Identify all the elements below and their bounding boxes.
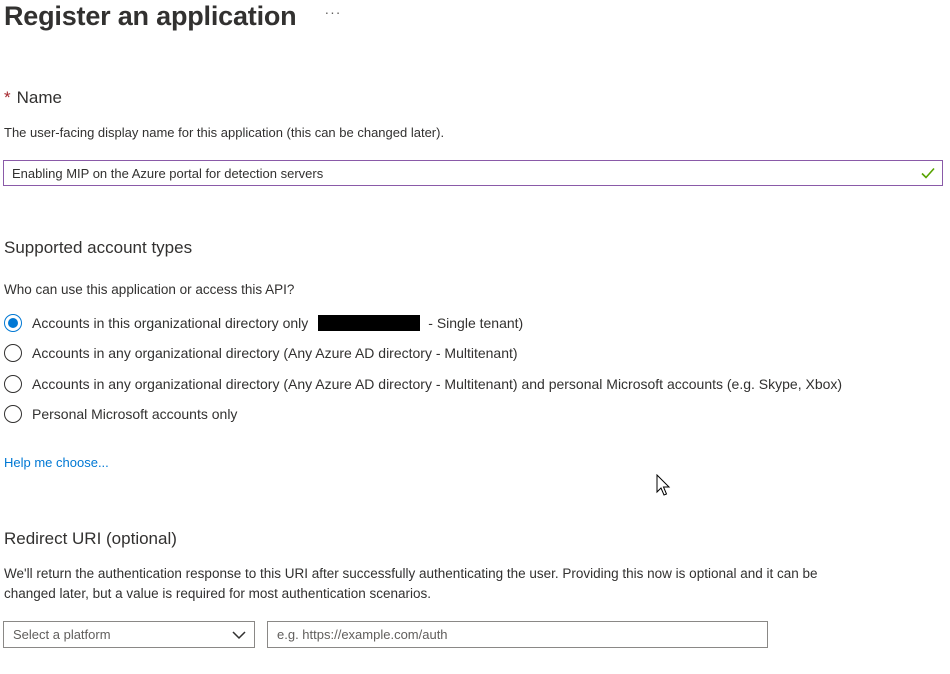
option-label: Accounts in this organizational director… bbox=[32, 315, 309, 331]
name-heading: * Name bbox=[4, 88, 62, 108]
register-app-page: Register an application ··· * Name The us… bbox=[0, 0, 950, 674]
account-types-heading: Supported account types bbox=[4, 238, 193, 257]
name-description: The user-facing display name for this ap… bbox=[4, 125, 445, 140]
redirect-uri-heading: Redirect URI (optional) bbox=[4, 529, 177, 548]
account-types-question: Who can use this application or access t… bbox=[4, 282, 295, 297]
account-type-option-multitenant-personal[interactable]: Accounts in any organizational directory… bbox=[4, 375, 842, 393]
redirect-description-line2: changed later, but a value is required f… bbox=[4, 586, 432, 601]
platform-select[interactable]: Select a platform bbox=[3, 621, 255, 648]
page-title: Register an application bbox=[4, 0, 297, 31]
radio-unselected[interactable] bbox=[4, 344, 22, 362]
redirect-description-line1: We'll return the authentication response… bbox=[4, 566, 818, 581]
required-marker: * bbox=[4, 88, 11, 107]
redacted-tenant-name bbox=[318, 315, 421, 331]
more-options-button[interactable]: ··· bbox=[324, 4, 341, 20]
radio-unselected[interactable] bbox=[4, 375, 22, 393]
name-input[interactable] bbox=[4, 164, 920, 182]
account-type-option-multitenant[interactable]: Accounts in any organizational directory… bbox=[4, 344, 518, 362]
radio-selected[interactable] bbox=[4, 314, 22, 332]
help-me-choose-link[interactable]: Help me choose... bbox=[4, 455, 109, 470]
option-label-suffix: - Single tenant) bbox=[428, 315, 524, 331]
radio-unselected[interactable] bbox=[4, 405, 22, 423]
chevron-down-icon bbox=[232, 630, 246, 639]
name-field-container bbox=[3, 160, 943, 186]
account-type-option-single-tenant[interactable]: Accounts in this organizational director… bbox=[4, 314, 523, 332]
option-label: Personal Microsoft accounts only bbox=[32, 406, 238, 422]
mouse-pointer-icon bbox=[656, 474, 671, 496]
option-label: Accounts in any organizational directory… bbox=[32, 376, 843, 392]
platform-select-placeholder: Select a platform bbox=[13, 627, 111, 642]
option-label: Accounts in any organizational directory… bbox=[32, 345, 518, 361]
title-row: Register an application ··· bbox=[4, 0, 341, 32]
redirect-uri-input[interactable] bbox=[267, 621, 768, 648]
checkmark-icon bbox=[921, 167, 935, 179]
account-type-option-personal-only[interactable]: Personal Microsoft accounts only bbox=[4, 405, 237, 423]
name-heading-label: Name bbox=[16, 88, 62, 107]
